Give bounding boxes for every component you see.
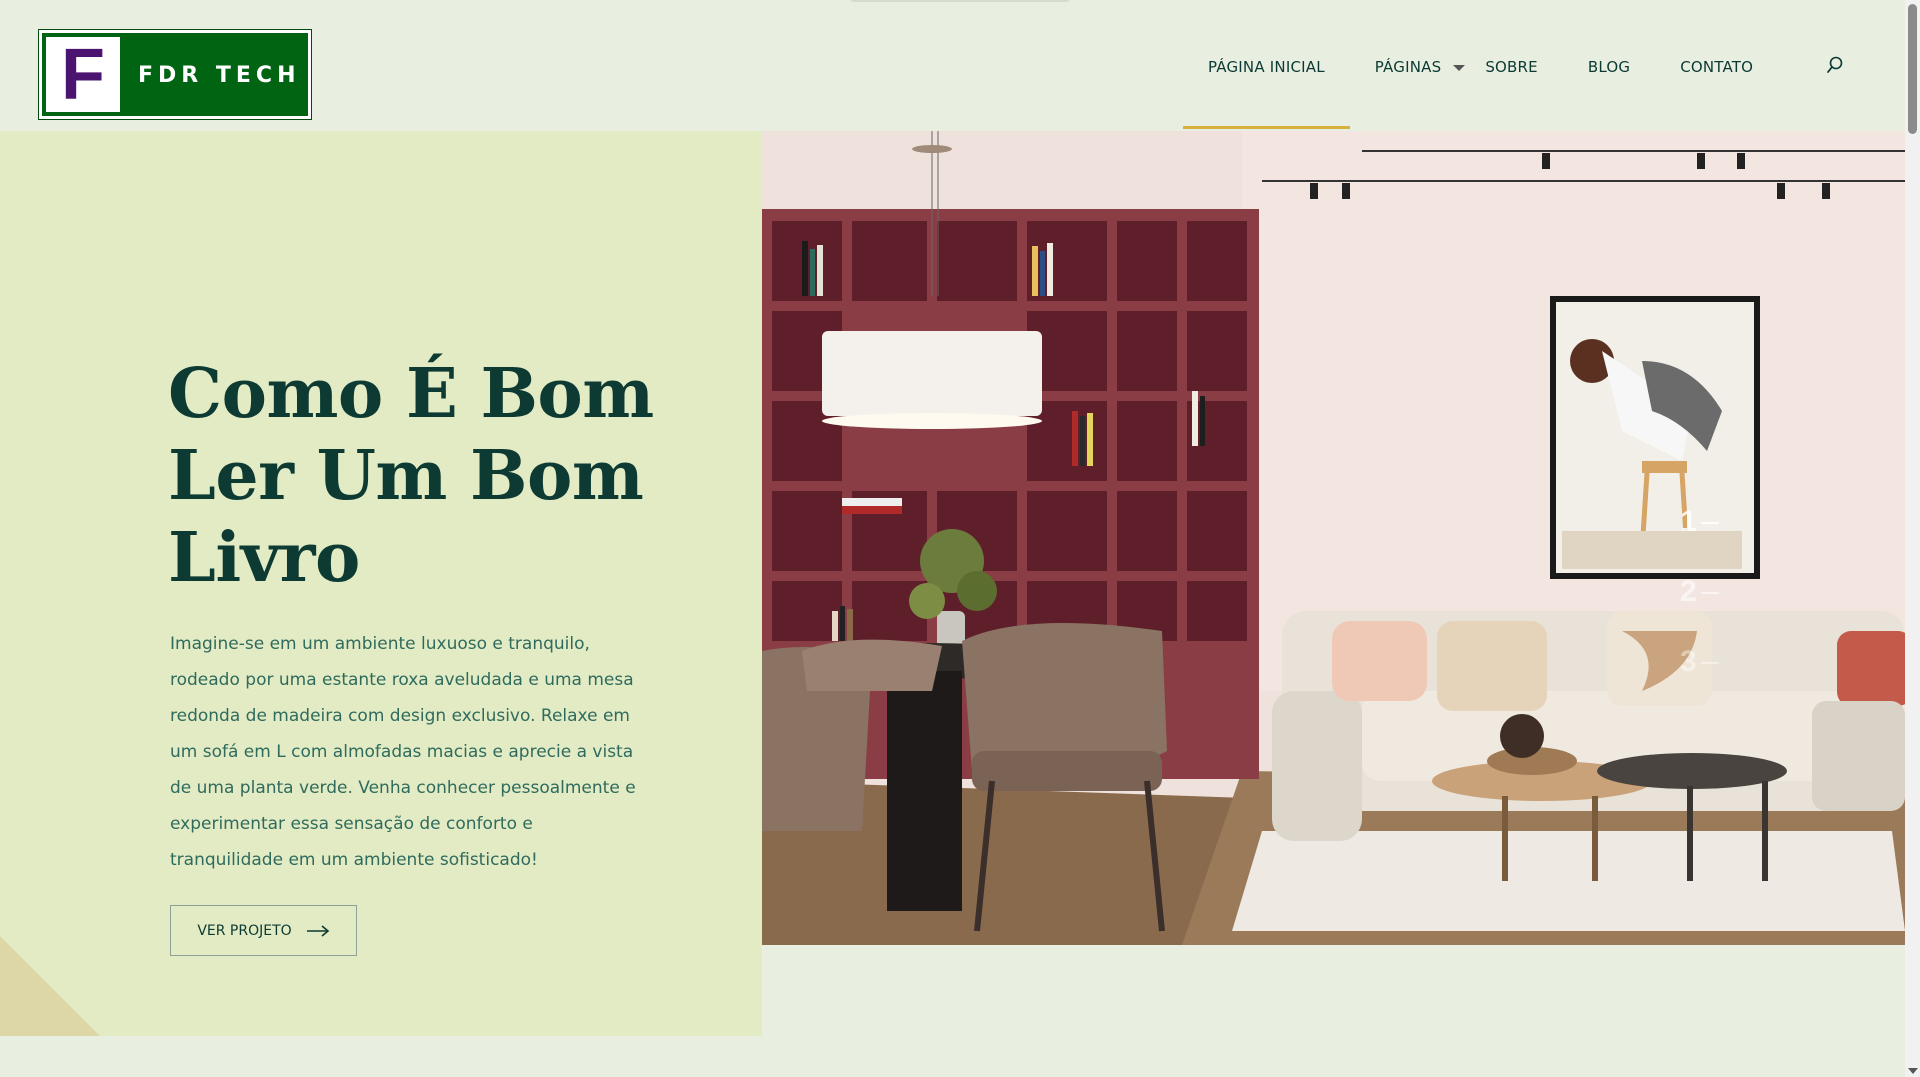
living-room-illustration (762, 131, 1905, 945)
nav-item-blog[interactable]: BLOG (1588, 58, 1630, 76)
top-handle (850, 0, 1070, 2)
nav-item-pages-label[interactable]: PÁGINAS (1375, 58, 1442, 76)
slide-number-2: 2 (1680, 575, 1697, 608)
view-project-label: VER PROJETO (197, 922, 292, 939)
view-project-button[interactable]: VER PROJETO (170, 905, 357, 956)
slide-indicator-3[interactable]: 3 (1680, 645, 1719, 679)
page-scrollbar[interactable] (1905, 0, 1920, 1077)
scroll-down-arrow-icon[interactable] (1908, 1068, 1918, 1074)
slide-number-1: 1 (1680, 505, 1697, 538)
nav-item-home[interactable]: PÁGINA INICIAL (1183, 58, 1350, 129)
hero-description: Imagine-se em um ambiente luxuoso e tran… (170, 634, 636, 870)
main-nav: PÁGINA INICIAL PÁGINAS SOBRE BLOG CONTAT… (1183, 57, 1753, 129)
logo-mark: F (46, 37, 120, 112)
corner-decoration (0, 936, 100, 1036)
hero-room-image (762, 131, 1905, 945)
hero-text-panel: Como É Bom Ler Um Bom Livro Imagine-se e… (0, 131, 762, 1036)
brand-logo[interactable]: F FDR TECH (39, 30, 311, 119)
site-header: F FDR TECH PÁGINA INICIAL PÁGINAS SOBRE … (0, 0, 1905, 131)
logo-letter: F (61, 34, 105, 115)
nav-item-contact[interactable]: CONTATO (1680, 58, 1753, 76)
slide-indicator-2[interactable]: 2 (1680, 575, 1719, 609)
nav-item-pages[interactable]: PÁGINAS (1375, 57, 1466, 76)
hero-title: Como É Bom Ler Um Bom Livro (168, 354, 654, 598)
logo-text: FDR TECH (138, 63, 301, 88)
search-icon[interactable] (1826, 56, 1844, 74)
chevron-down-icon[interactable] (1453, 64, 1466, 71)
slide-number-3: 3 (1680, 645, 1697, 678)
nav-item-about[interactable]: SOBRE (1485, 58, 1538, 76)
slide-indicator-1[interactable]: 1 (1680, 505, 1719, 539)
arrow-right-icon (306, 924, 329, 937)
scrollbar-thumb[interactable] (1908, 4, 1917, 134)
